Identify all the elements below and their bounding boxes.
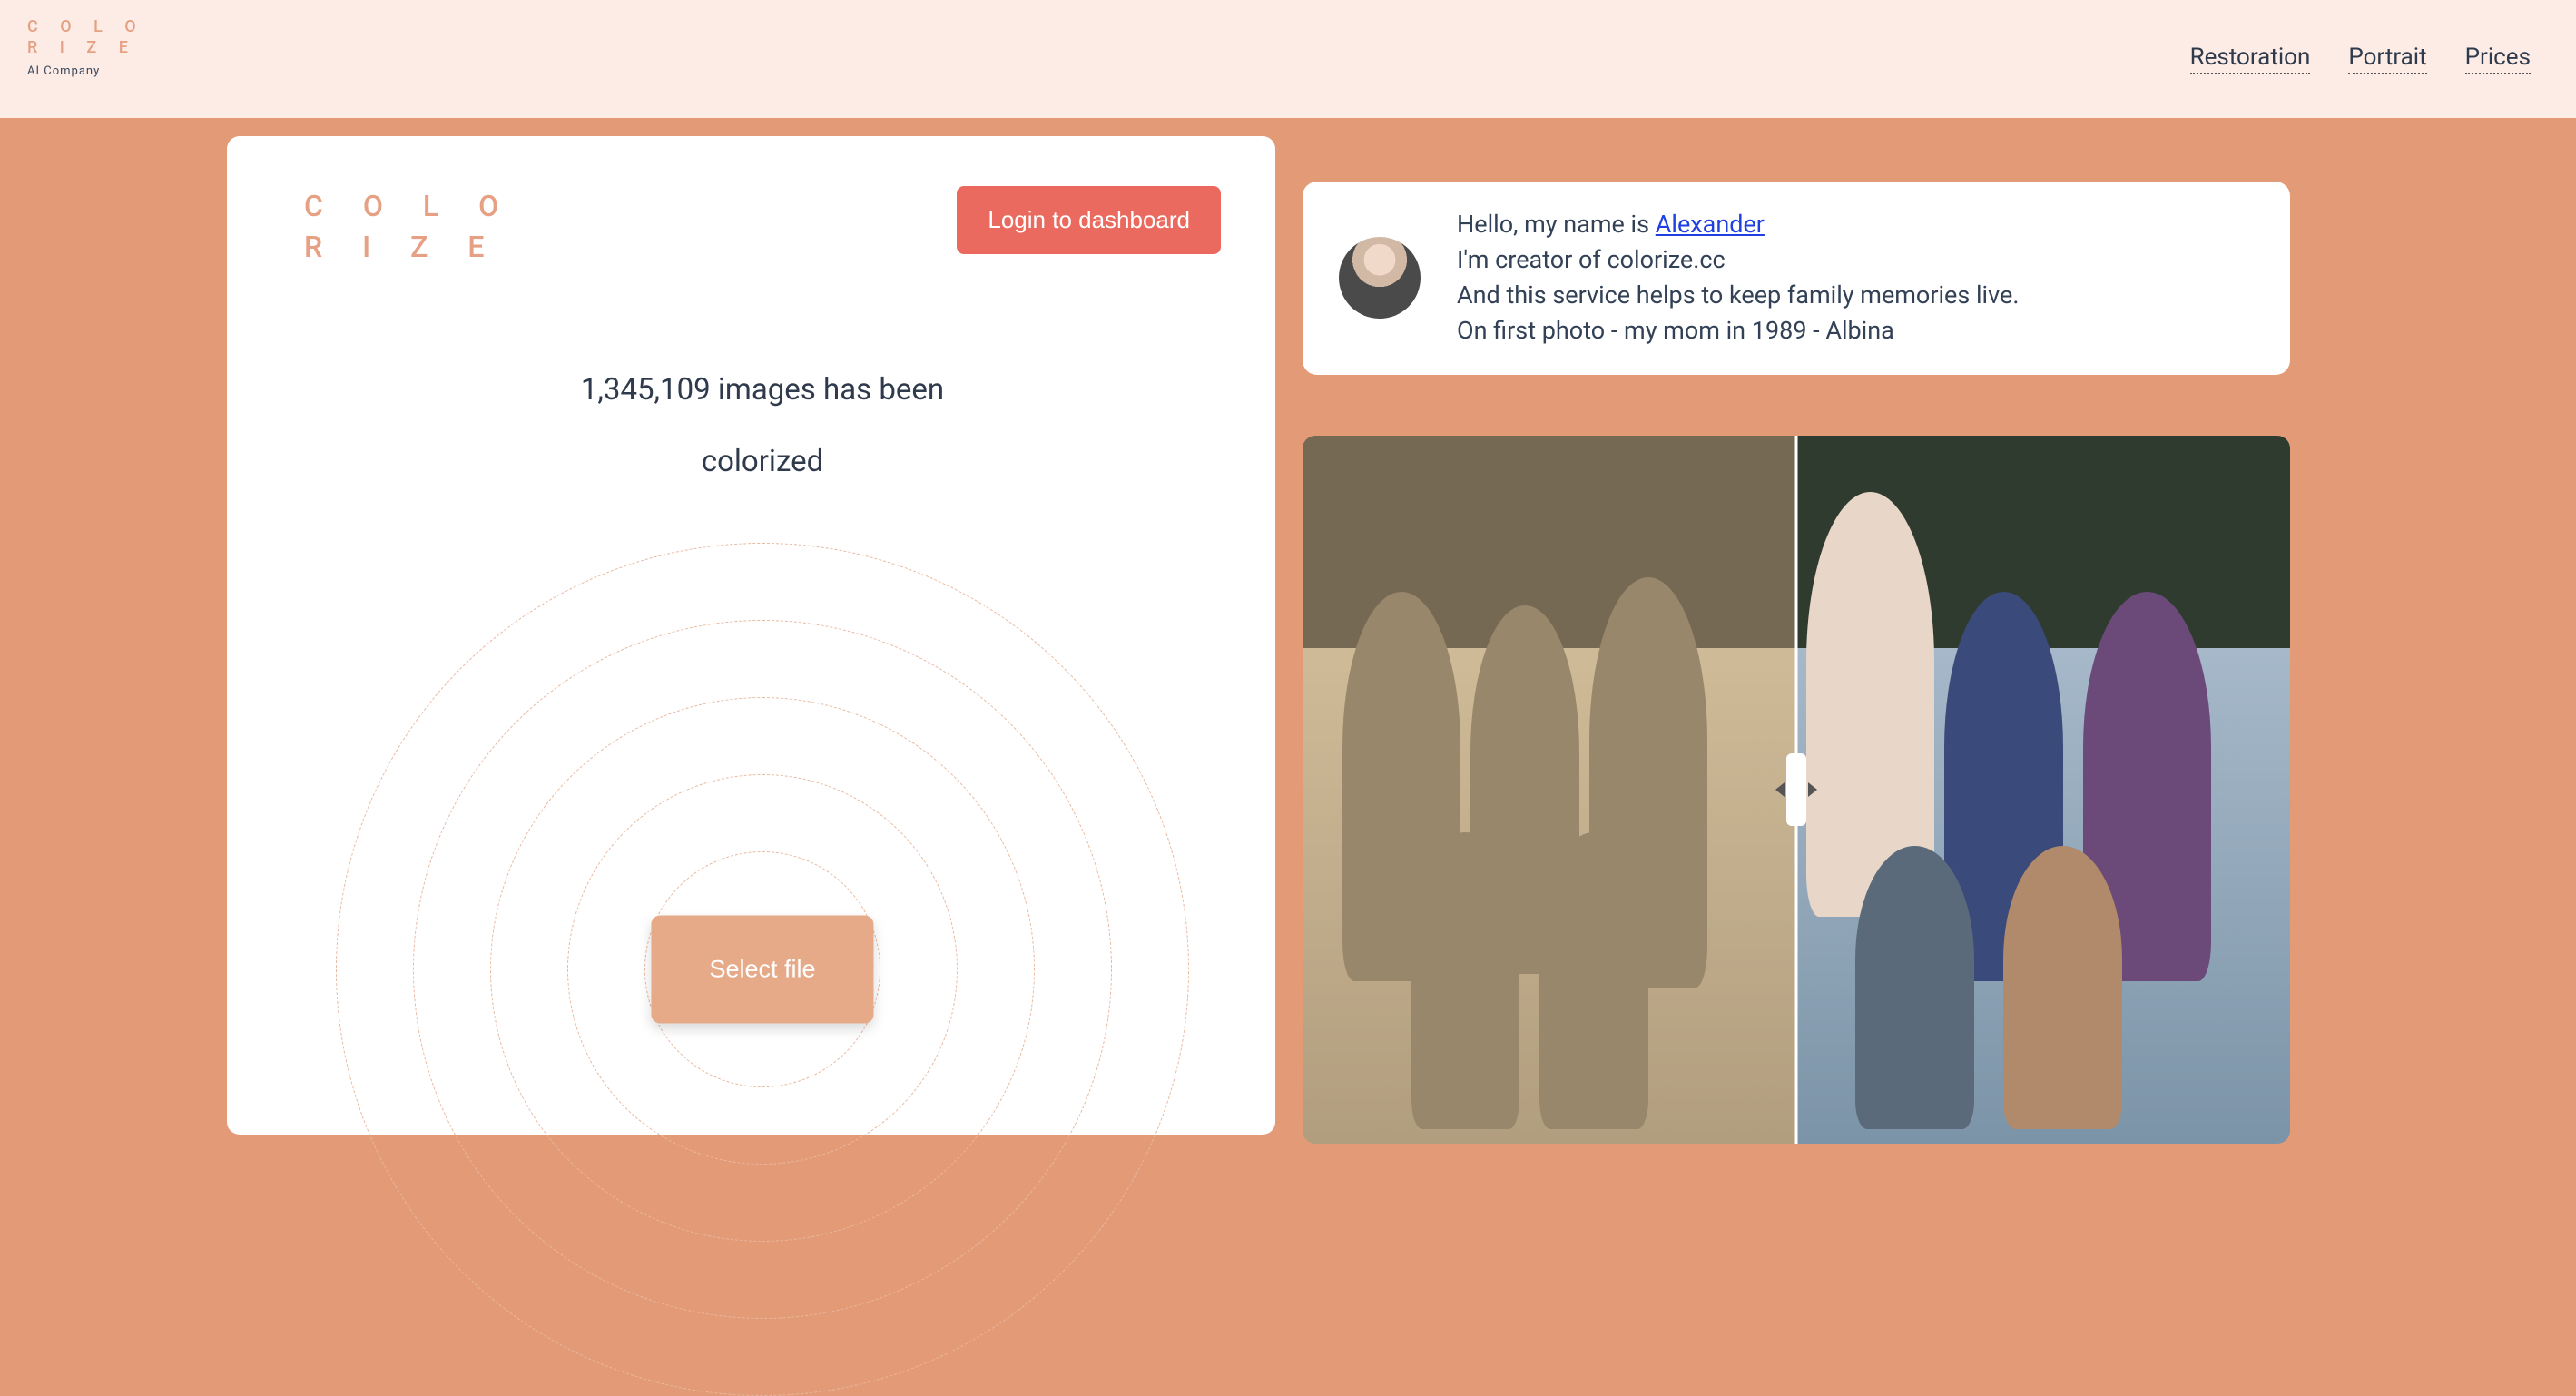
nav-link-prices[interactable]: Prices <box>2465 44 2531 74</box>
intro-hello: Hello, my name is <box>1457 210 1656 239</box>
after-image <box>1796 436 2290 1144</box>
main-stage: C O L O R I Z E Login to dashboard 1,345… <box>0 118 2576 1142</box>
select-file-button[interactable]: Select file <box>651 915 873 1023</box>
nav-link-portrait[interactable]: Portrait <box>2348 44 2426 74</box>
brand-logo-large: C O L O R I Z E <box>304 186 515 268</box>
top-nav: Restoration Portrait Prices <box>2190 16 2531 74</box>
author-intro-text: Hello, my name is Alexander I'm creator … <box>1457 207 2019 349</box>
upload-card: C O L O R I Z E Login to dashboard 1,345… <box>227 136 1275 1135</box>
author-link[interactable]: Alexander <box>1656 210 1765 239</box>
brand-line1: C O L O <box>27 16 145 37</box>
before-after-slider[interactable] <box>1303 436 2290 1144</box>
author-avatar <box>1339 237 1421 319</box>
before-image <box>1303 436 1796 1144</box>
intro-line4: On first photo - my mom in 1989 - Albina <box>1457 313 2019 349</box>
login-button[interactable]: Login to dashboard <box>957 186 1221 254</box>
topbar: C O L O R I Z E AI Company Restoration P… <box>0 0 2576 118</box>
upload-card-header: C O L O R I Z E Login to dashboard <box>304 186 1221 268</box>
brand-line2: R I Z E <box>27 37 145 58</box>
nav-link-restoration[interactable]: Restoration <box>2190 44 2311 74</box>
counter-line1: 1,345,109 images has been <box>304 354 1221 426</box>
concentric-rings-icon: Select file <box>354 561 1171 1378</box>
brand-large-line2: R I Z E <box>304 227 515 268</box>
intro-line2: I'm creator of colorize.cc <box>1457 242 2019 278</box>
counter-line2: colorized <box>304 426 1221 497</box>
brand-subtitle: AI Company <box>27 64 145 80</box>
counter-text: 1,345,109 images has been colorized <box>304 354 1221 497</box>
intro-line3: And this service helps to keep family me… <box>1457 278 2019 313</box>
slider-handle[interactable] <box>1786 753 1806 826</box>
intro-line1: Hello, my name is Alexander <box>1457 207 2019 242</box>
upload-dropzone[interactable]: Select file <box>304 561 1221 1124</box>
brand-logo-small: C O L O R I Z E AI Company <box>27 16 145 80</box>
author-intro-card: Hello, my name is Alexander I'm creator … <box>1303 182 2290 375</box>
brand-large-line1: C O L O <box>304 186 515 227</box>
